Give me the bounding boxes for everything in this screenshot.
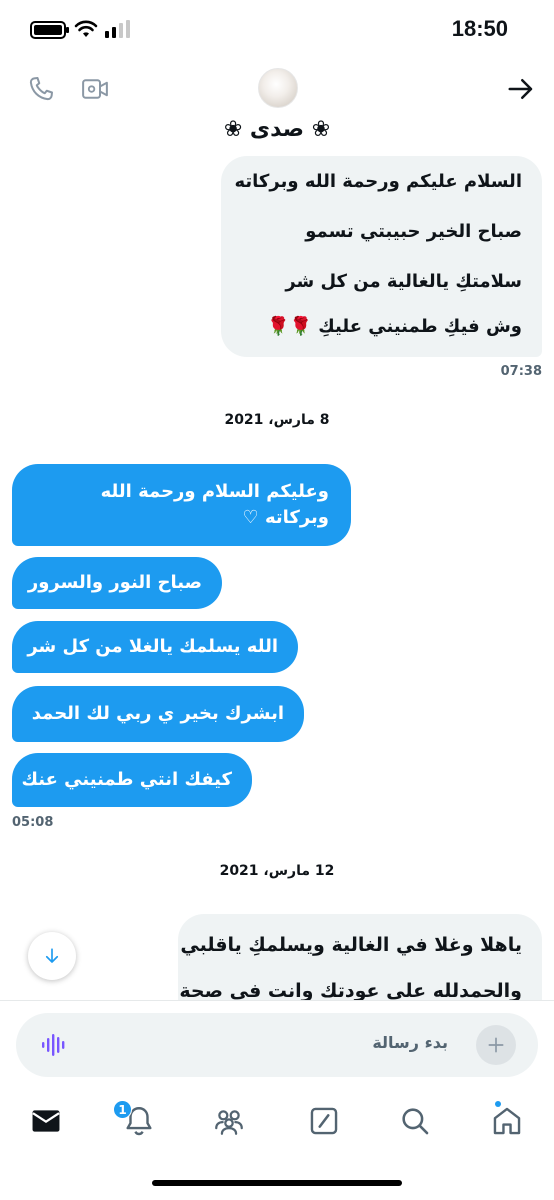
message-line: سلامتكِ يالغالية من كل شر: [285, 271, 522, 292]
outgoing-message-bubble[interactable]: ابشرك بخير ي ربي لك الحمد: [12, 686, 304, 742]
message-line: صباح الخير حبيبتي تسمو: [305, 221, 522, 242]
status-time: 18:50: [451, 16, 508, 41]
phone-icon[interactable]: [26, 74, 56, 104]
date-divider: 8 مارس، 2021: [224, 412, 330, 428]
conversation-title[interactable]: ❀ صدى ❀: [0, 117, 554, 142]
outgoing-message-bubble[interactable]: صباح النور والسرور: [12, 557, 222, 609]
bottom-tab-bar: [0, 1088, 554, 1158]
message-line: وش فيكِ طمنيني عليكِ 🌹🌹: [267, 316, 522, 337]
arrow-down-icon: [45, 948, 59, 963]
message-text: وعليكم السلام ورحمة الله وبركاته ♡: [100, 481, 329, 528]
message-input-field[interactable]: بدء رسالة: [16, 1013, 538, 1077]
home-indicator: [152, 1180, 402, 1186]
composer-bar: بدء رسالة: [0, 1000, 554, 1088]
message-text: صباح النور والسرور: [27, 572, 202, 593]
outgoing-message-bubble[interactable]: كيفك انتي طمنيني عنك: [12, 753, 252, 807]
voice-icon[interactable]: [40, 1031, 68, 1059]
notifications-badge: 1: [113, 1100, 132, 1119]
avatar[interactable]: [258, 68, 298, 108]
compose-icon[interactable]: [307, 1104, 341, 1138]
date-divider: 12 مارس، 2021: [219, 863, 335, 879]
message-line: السلام عليكم ورحمة الله وبركاته: [234, 171, 523, 192]
status-bar: 18:50: [0, 0, 554, 62]
message-text: الله يسلمك يالغلا من كل شر: [27, 636, 278, 657]
mail-icon[interactable]: [29, 1104, 63, 1138]
home-unread-dot: [495, 1101, 501, 1107]
outgoing-message-bubble[interactable]: وعليكم السلام ورحمة الله وبركاته ♡: [12, 464, 351, 546]
message-text: كيفك انتي طمنيني عنك: [21, 769, 233, 790]
message-line: ياهلا وغلا في الغالية ويسلمكِ ياقلبي: [180, 934, 522, 956]
incoming-message-bubble[interactable]: السلام عليكم ورحمة الله وبركاته صباح الخ…: [221, 156, 542, 357]
plus-icon: [488, 1037, 504, 1053]
message-text: ابشرك بخير ي ربي لك الحمد: [31, 703, 284, 724]
wifi-icon: [74, 20, 98, 37]
message-timestamp: 07:38: [500, 364, 542, 379]
message-placeholder: بدء رسالة: [372, 1033, 448, 1052]
arrow-right-icon[interactable]: [506, 74, 536, 104]
search-icon[interactable]: [398, 1104, 432, 1138]
add-media-button[interactable]: [476, 1025, 516, 1065]
cellular-signal-icon: [105, 20, 130, 38]
battery-icon: [30, 21, 69, 39]
communities-icon[interactable]: [212, 1104, 246, 1138]
video-icon[interactable]: [80, 74, 110, 104]
conversation-header: ❀ صدى ❀: [0, 62, 554, 158]
scroll-to-bottom-button[interactable]: [28, 932, 76, 980]
home-icon[interactable]: [490, 1104, 524, 1138]
message-timestamp: 05:08: [12, 815, 54, 830]
outgoing-message-bubble[interactable]: الله يسلمك يالغلا من كل شر: [12, 621, 298, 673]
